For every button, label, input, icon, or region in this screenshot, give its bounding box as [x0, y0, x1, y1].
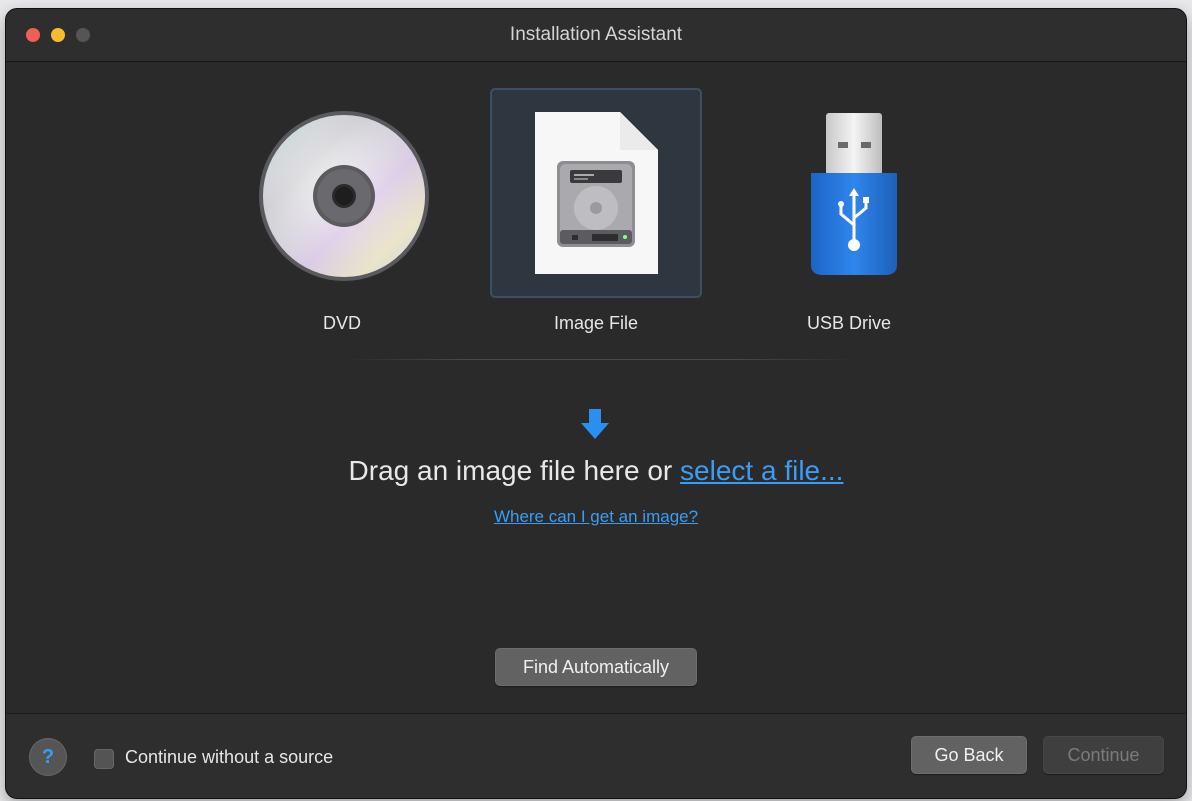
dvd-icon	[259, 111, 429, 281]
find-automatically-button[interactable]: Find Automatically	[495, 648, 697, 686]
window-title: Installation Assistant	[509, 24, 683, 45]
installation-assistant-window: Installation Assistant DVD Image File US…	[6, 9, 1186, 798]
source-option-dvd[interactable]	[236, 88, 448, 298]
continue-without-source-label[interactable]: Continue without a source	[125, 747, 333, 768]
help-link-container: Where can I get an image?	[6, 507, 1186, 527]
where-get-image-link[interactable]: Where can I get an image?	[494, 507, 698, 526]
source-label-image-file: Image File	[553, 313, 639, 333]
usb-drive-icon	[811, 113, 897, 275]
footer-bar: ? Continue without a source Go Back Cont…	[6, 713, 1186, 798]
source-option-image-file[interactable]	[490, 88, 702, 298]
title-bar: Installation Assistant	[6, 9, 1186, 62]
divider	[340, 359, 860, 360]
drop-zone-text: Drag an image file here or select a file…	[6, 455, 1186, 487]
down-arrow-icon	[581, 409, 609, 439]
continue-without-source-checkbox[interactable]	[94, 749, 114, 769]
drop-instruction: Drag an image file here or	[348, 455, 681, 486]
go-back-button[interactable]: Go Back	[911, 736, 1027, 774]
source-label-usb-drive: USB Drive	[806, 313, 891, 333]
disk-image-file-icon	[535, 112, 658, 274]
help-button[interactable]: ?	[29, 738, 67, 776]
select-file-link[interactable]: select a file...	[680, 455, 843, 486]
continue-button[interactable]: Continue	[1043, 736, 1164, 774]
source-option-usb-drive[interactable]	[743, 88, 955, 298]
source-label-dvd: DVD	[322, 313, 361, 333]
